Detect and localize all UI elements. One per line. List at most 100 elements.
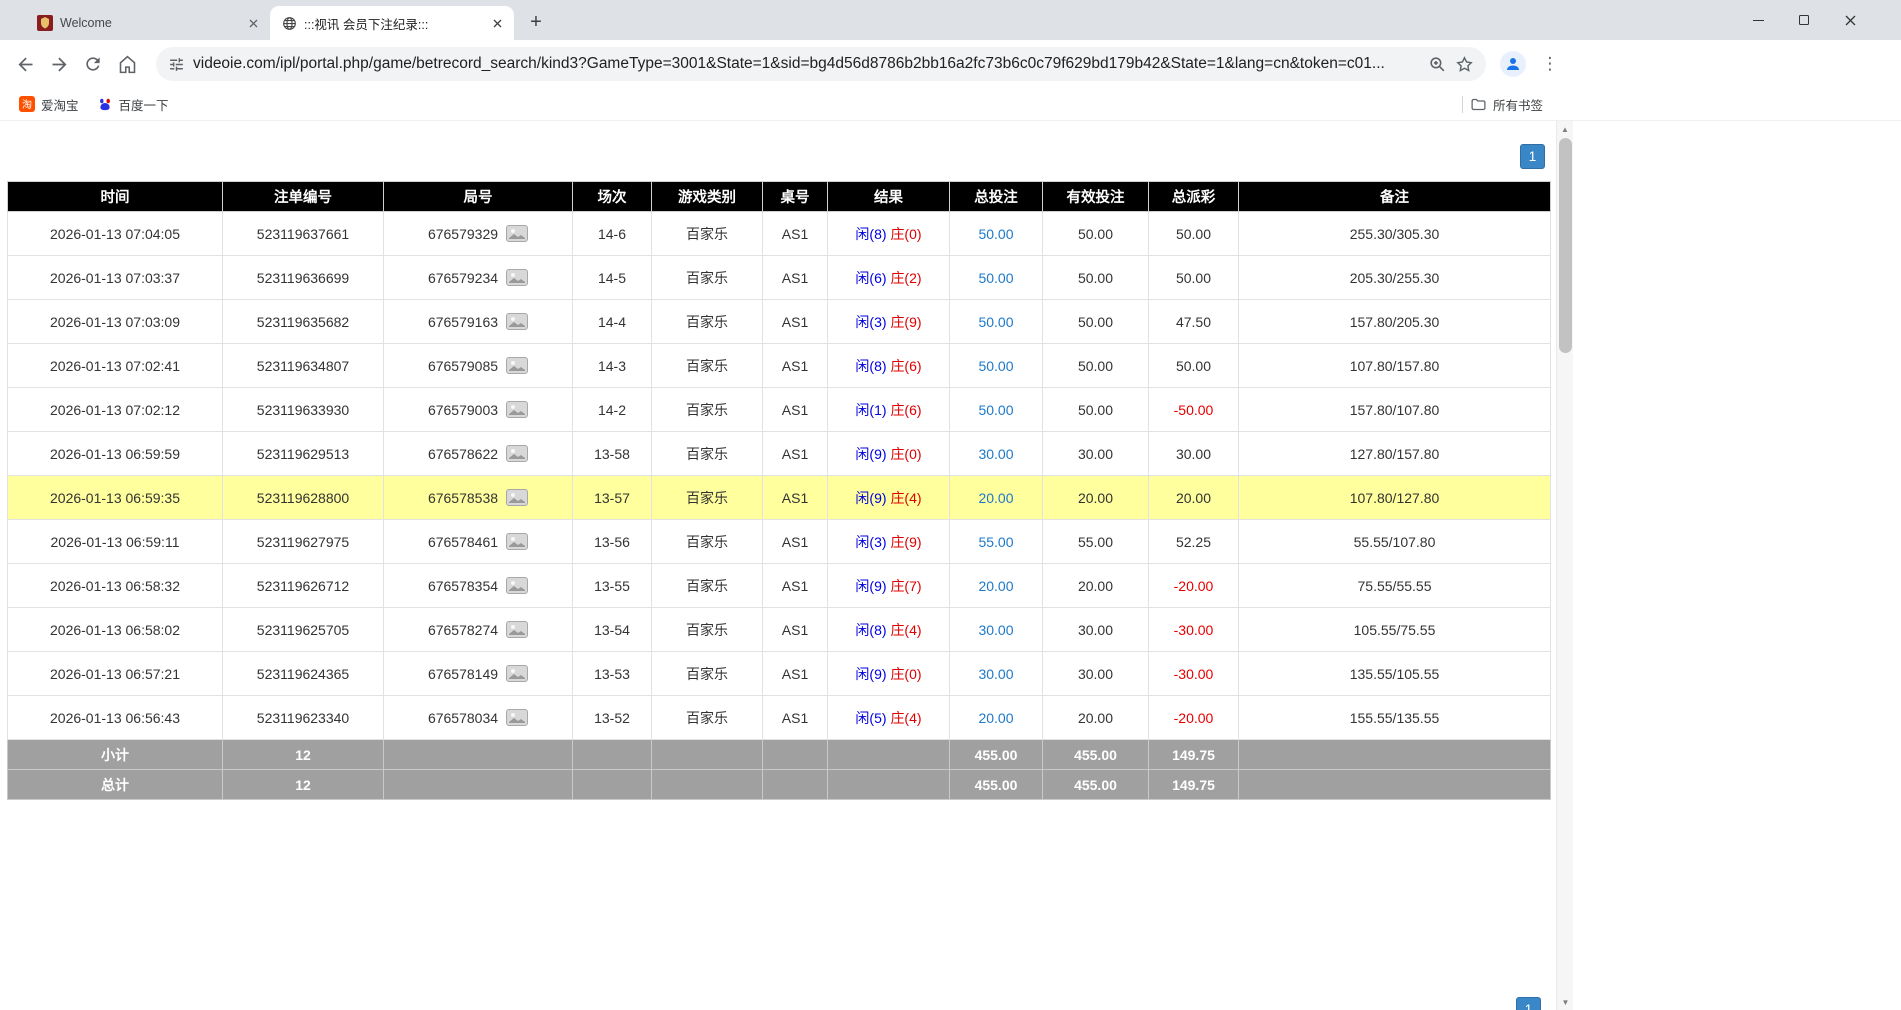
cell-round-number: 676578538 [384, 476, 573, 520]
cell-total-bet[interactable]: 50.00 [950, 256, 1043, 300]
cell-result: 闲(9) 庄(7) [828, 564, 950, 608]
url-bar[interactable]: videoie.com/ipl/portal.php/game/betrecor… [156, 47, 1486, 81]
cell-game-type: 百家乐 [652, 388, 763, 432]
cell-bet-number: 523119636699 [223, 256, 384, 300]
all-bookmarks-button[interactable]: 所有书签 [1470, 95, 1543, 114]
forward-button[interactable] [42, 47, 76, 81]
tab-bet-records[interactable]: :::视讯 会员下注纪录::: [270, 6, 514, 40]
cell-total-bet[interactable]: 20.00 [950, 476, 1043, 520]
result-player: 闲(6) [855, 270, 886, 286]
result-player: 闲(9) [855, 578, 886, 594]
reload-button[interactable] [76, 47, 110, 81]
cell-time: 2026-01-13 07:02:12 [8, 388, 223, 432]
round-video-icon[interactable] [506, 709, 528, 726]
round-video-icon[interactable] [506, 445, 528, 462]
result-player: 闲(9) [855, 666, 886, 682]
browser-window: Welcome :::视讯 会员下注纪录::: + [0, 0, 1901, 1010]
cell-session: 13-54 [573, 608, 652, 652]
round-video-icon[interactable] [506, 269, 528, 286]
minimize-icon [1753, 20, 1764, 21]
round-video-icon[interactable] [506, 665, 528, 682]
cell-remark: 55.55/107.80 [1239, 520, 1551, 564]
cell-valid-bet: 20.00 [1043, 696, 1149, 740]
home-button[interactable] [110, 47, 144, 81]
new-tab-button[interactable]: + [522, 8, 550, 36]
cell-remark: 105.55/75.55 [1239, 608, 1551, 652]
cell-total-bet[interactable]: 50.00 [950, 344, 1043, 388]
result-banker: 庄(0) [890, 666, 921, 682]
maximize-button[interactable] [1781, 0, 1827, 40]
back-button[interactable] [8, 47, 42, 81]
cell-remark: 107.80/127.80 [1239, 476, 1551, 520]
result-banker: 庄(9) [890, 314, 921, 330]
tab-title: Welcome [60, 16, 237, 30]
pagination-page-1-bottom[interactable]: 1 [1516, 997, 1541, 1010]
cell-total-bet[interactable]: 20.00 [950, 696, 1043, 740]
cell-bet-number: 523119633930 [223, 388, 384, 432]
cell-total-bet[interactable]: 30.00 [950, 608, 1043, 652]
table-row: 2026-01-13 07:03:09523119635682676579163… [8, 300, 1551, 344]
result-banker: 庄(4) [890, 710, 921, 726]
cell-total-bet[interactable]: 20.00 [950, 564, 1043, 608]
result-banker: 庄(6) [890, 358, 921, 374]
tab-close-icon[interactable] [244, 14, 262, 32]
result-player: 闲(1) [855, 402, 886, 418]
bookmark-star-icon[interactable] [1455, 55, 1474, 74]
footer-empty-cell [763, 740, 828, 770]
scroll-down-arrow-icon[interactable]: ▼ [1557, 994, 1574, 1010]
round-video-icon[interactable] [506, 225, 528, 242]
footer-empty-cell [763, 770, 828, 800]
round-video-icon[interactable] [506, 489, 528, 506]
back-icon [15, 54, 36, 75]
cell-remark: 157.80/205.30 [1239, 300, 1551, 344]
bookmark-taobao[interactable]: 淘 爱淘宝 [10, 91, 88, 117]
bookmark-baidu[interactable]: 百度一下 [88, 91, 178, 117]
cell-round-number: 676578274 [384, 608, 573, 652]
browser-toolbar: videoie.com/ipl/portal.php/game/betrecor… [0, 40, 1901, 88]
cell-table-number: AS1 [763, 432, 828, 476]
reload-icon [83, 54, 103, 74]
url-text: videoie.com/ipl/portal.php/game/betrecor… [193, 55, 1420, 73]
result-player: 闲(5) [855, 710, 886, 726]
minimize-button[interactable] [1735, 0, 1781, 40]
close-button[interactable] [1827, 0, 1873, 40]
scroll-up-arrow-icon[interactable]: ▲ [1557, 121, 1573, 137]
footer-empty-cell [828, 770, 950, 800]
cell-total-bet[interactable]: 50.00 [950, 388, 1043, 432]
scrollbar-thumb[interactable] [1559, 138, 1572, 353]
round-video-icon[interactable] [506, 621, 528, 638]
cell-table-number: AS1 [763, 388, 828, 432]
round-video-icon[interactable] [506, 313, 528, 330]
cell-time: 2026-01-13 07:03:09 [8, 300, 223, 344]
footer-empty-cell [384, 770, 573, 800]
site-settings-icon[interactable] [168, 56, 185, 73]
cell-valid-bet: 20.00 [1043, 564, 1149, 608]
tab-welcome[interactable]: Welcome [26, 6, 270, 40]
browser-menu-button[interactable]: ⋮ [1538, 52, 1562, 76]
zoom-icon[interactable] [1428, 55, 1447, 74]
round-video-icon[interactable] [506, 401, 528, 418]
cell-result: 闲(1) 庄(6) [828, 388, 950, 432]
cell-total-bet[interactable]: 50.00 [950, 212, 1043, 256]
cell-table-number: AS1 [763, 652, 828, 696]
tab-close-icon[interactable] [488, 14, 506, 32]
page-scrollbar[interactable]: ▲ ▼ [1556, 121, 1573, 1010]
cell-valid-bet: 55.00 [1043, 520, 1149, 564]
profile-avatar[interactable] [1500, 51, 1526, 77]
cell-result: 闲(6) 庄(2) [828, 256, 950, 300]
cell-result: 闲(9) 庄(0) [828, 652, 950, 696]
cell-session: 13-53 [573, 652, 652, 696]
round-video-icon[interactable] [506, 357, 528, 374]
round-video-icon[interactable] [506, 533, 528, 550]
round-number-text: 676578354 [428, 578, 498, 594]
cell-total-bet[interactable]: 30.00 [950, 432, 1043, 476]
cell-session: 14-4 [573, 300, 652, 344]
cell-remark: 157.80/107.80 [1239, 388, 1551, 432]
table-row: 2026-01-13 07:02:41523119634807676579085… [8, 344, 1551, 388]
cell-total-bet[interactable]: 55.00 [950, 520, 1043, 564]
cell-total-bet[interactable]: 30.00 [950, 652, 1043, 696]
pagination-page-1[interactable]: 1 [1520, 144, 1545, 169]
round-video-icon[interactable] [506, 577, 528, 594]
cell-total-bet[interactable]: 50.00 [950, 300, 1043, 344]
cell-game-type: 百家乐 [652, 344, 763, 388]
